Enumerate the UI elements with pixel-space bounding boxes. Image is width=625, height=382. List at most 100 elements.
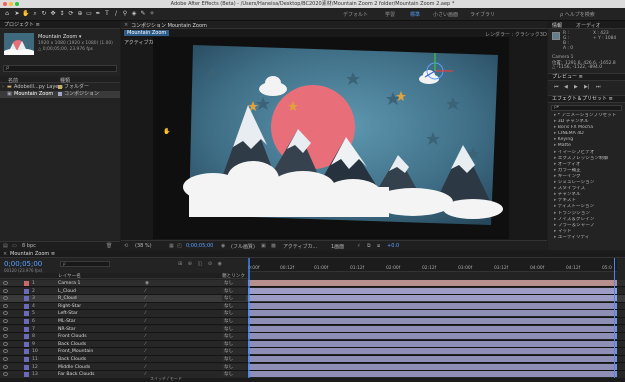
- toggle-switches-modes[interactable]: スイッチ / モード: [150, 376, 182, 382]
- layer-row[interactable]: 8 Front Clouds ⁄ なし: [0, 333, 625, 341]
- layer-switches[interactable]: ⁄: [145, 341, 146, 348]
- layer-label-color[interactable]: [24, 341, 29, 347]
- layer-label-color[interactable]: [24, 311, 29, 317]
- layer-duration-bar[interactable]: [248, 363, 617, 370]
- trash-icon[interactable]: 🗑: [106, 243, 112, 249]
- workspace-standard[interactable]: 標準: [410, 11, 420, 18]
- last-frame-icon[interactable]: ⏭: [596, 84, 601, 90]
- close-window-button[interactable]: [3, 2, 7, 6]
- comp-name-label[interactable]: Mountain Zoom ▾: [38, 34, 81, 40]
- layer-label-color[interactable]: [24, 281, 29, 286]
- layer-name[interactable]: R_Cloud: [58, 295, 158, 302]
- visibility-eye-icon[interactable]: [3, 296, 8, 301]
- pan-tool-icon[interactable]: ✥: [49, 10, 57, 18]
- visibility-eye-icon[interactable]: [3, 334, 8, 339]
- next-frame-icon[interactable]: ▶|: [584, 84, 590, 90]
- layer-switches[interactable]: ⁄: [145, 333, 146, 340]
- rectangle-tool-icon[interactable]: ▭: [85, 10, 93, 18]
- comp-viewer-canvas[interactable]: ✋: [153, 37, 509, 239]
- region-of-interest-icon[interactable]: ▣: [261, 243, 266, 249]
- resolution-dropdown[interactable]: (フル画質): [231, 243, 255, 250]
- label-color-swatch[interactable]: [58, 85, 62, 89]
- first-frame-icon[interactable]: ⏮: [554, 84, 559, 90]
- visibility-eye-icon[interactable]: [3, 303, 8, 308]
- layer-duration-bar[interactable]: [248, 295, 617, 302]
- layer-name[interactable]: Left-Star: [58, 310, 158, 317]
- layer-label-color[interactable]: [24, 364, 29, 370]
- parent-dropdown[interactable]: なし: [222, 340, 246, 347]
- eraser-tool-icon[interactable]: ◈: [130, 10, 138, 18]
- layer-row[interactable]: 5 Left-Star ⁄ なし: [0, 310, 625, 318]
- layer-duration-bar[interactable]: [248, 333, 617, 340]
- label-color-swatch[interactable]: [58, 92, 62, 96]
- preview-panel-header[interactable]: プレビュー ≡: [548, 73, 625, 81]
- project-search-input[interactable]: ρ: [3, 65, 117, 72]
- layer-name[interactable]: L_Cloud: [58, 288, 158, 295]
- visibility-eye-icon[interactable]: [3, 364, 8, 369]
- layer-switches[interactable]: ◉: [145, 280, 149, 287]
- layer-duration-bar[interactable]: [248, 287, 617, 294]
- parent-dropdown[interactable]: なし: [222, 318, 246, 324]
- layer-name[interactable]: Back Clouds: [58, 356, 158, 363]
- timeline-timecode[interactable]: 0;00;05;00: [4, 260, 42, 268]
- parent-dropdown[interactable]: なし: [222, 310, 246, 317]
- layer-duration-bar[interactable]: [248, 356, 617, 362]
- col-layer-name[interactable]: レイヤー名: [58, 273, 81, 279]
- rotate-tool-icon[interactable]: ⟳: [67, 10, 75, 18]
- minimize-window-button[interactable]: [9, 2, 13, 6]
- visibility-eye-icon[interactable]: [3, 326, 8, 331]
- effects-presets-header[interactable]: エフェクト＆プリセット ≡: [548, 95, 625, 103]
- transparency-grid-icon[interactable]: ▩: [271, 243, 276, 249]
- layer-duration-bar[interactable]: [248, 348, 617, 355]
- layer-row[interactable]: 11 Back Clouds ⁄ なし: [0, 356, 625, 364]
- layer-name[interactable]: Middle Clouds: [58, 364, 158, 371]
- layer-duration-bar[interactable]: [248, 325, 617, 332]
- grid-icon[interactable]: ▦: [169, 243, 174, 249]
- pen-tool-icon[interactable]: ✒: [94, 10, 102, 18]
- layer-switches[interactable]: ⁄: [145, 310, 146, 317]
- layer-label-color[interactable]: [24, 372, 29, 378]
- home-icon[interactable]: ⌂: [3, 10, 11, 18]
- parent-dropdown[interactable]: なし: [222, 302, 246, 309]
- visibility-eye-icon[interactable]: [3, 288, 8, 293]
- layer-row[interactable]: 1 Camera 1 ◉ なし: [0, 280, 625, 288]
- layer-switches[interactable]: ⁄: [145, 303, 146, 310]
- layer-name[interactable]: Right-Star: [58, 303, 158, 310]
- view-layout-dropdown[interactable]: 1画面: [331, 243, 344, 250]
- work-area-start[interactable]: [248, 258, 250, 382]
- parent-dropdown[interactable]: なし: [222, 295, 246, 302]
- timeline-icon[interactable]: ⧉: [367, 243, 371, 249]
- layer-duration-bar[interactable]: [248, 310, 617, 317]
- layer-switches[interactable]: ⁄: [145, 295, 146, 302]
- layer-label-color[interactable]: [24, 326, 29, 332]
- brush-tool-icon[interactable]: /: [112, 10, 120, 18]
- project-item-comp[interactable]: ▣ Mountain Zoom コンポジション: [0, 91, 120, 98]
- visibility-eye-icon[interactable]: [3, 341, 8, 346]
- selection-tool-icon[interactable]: ➤: [13, 10, 21, 18]
- exposure-value[interactable]: +0.0: [387, 243, 399, 249]
- layer-row[interactable]: 7 NR-Star ⁄ なし: [0, 325, 625, 333]
- layer-label-color[interactable]: [24, 303, 29, 309]
- bpc-label[interactable]: 8 bpc: [22, 243, 36, 249]
- col-name-header[interactable]: 名前: [8, 77, 18, 84]
- close-tab-icon[interactable]: ×: [3, 251, 7, 257]
- layer-switches[interactable]: ⁄: [145, 348, 146, 355]
- comp-subtab[interactable]: Mountain Zoom: [124, 30, 170, 36]
- layer-label-color[interactable]: [24, 334, 29, 340]
- dolly-tool-icon[interactable]: ↕: [58, 10, 66, 18]
- prev-frame-icon[interactable]: ◀: [564, 84, 568, 90]
- type-tool-icon[interactable]: T: [103, 10, 111, 18]
- parent-dropdown[interactable]: なし: [222, 371, 246, 378]
- close-tab-icon[interactable]: ×: [124, 22, 128, 28]
- parent-dropdown[interactable]: なし: [222, 333, 246, 340]
- hand-tool-icon[interactable]: ✋: [22, 10, 30, 18]
- layer-switches[interactable]: ⁄: [145, 326, 146, 333]
- layer-name[interactable]: Camera 1: [58, 280, 158, 287]
- layer-row[interactable]: 3 R_Cloud ⁄ なし: [0, 295, 625, 303]
- layer-row[interactable]: 9 Back Clouds ⁄ なし: [0, 340, 625, 349]
- timeline-search-input[interactable]: ρ: [60, 261, 110, 267]
- tab-audio[interactable]: オーディオ: [576, 22, 601, 29]
- layer-label-color[interactable]: [24, 319, 29, 324]
- layer-name[interactable]: NR-Star: [58, 326, 158, 333]
- current-time-display[interactable]: 0;00;05;00: [186, 243, 213, 249]
